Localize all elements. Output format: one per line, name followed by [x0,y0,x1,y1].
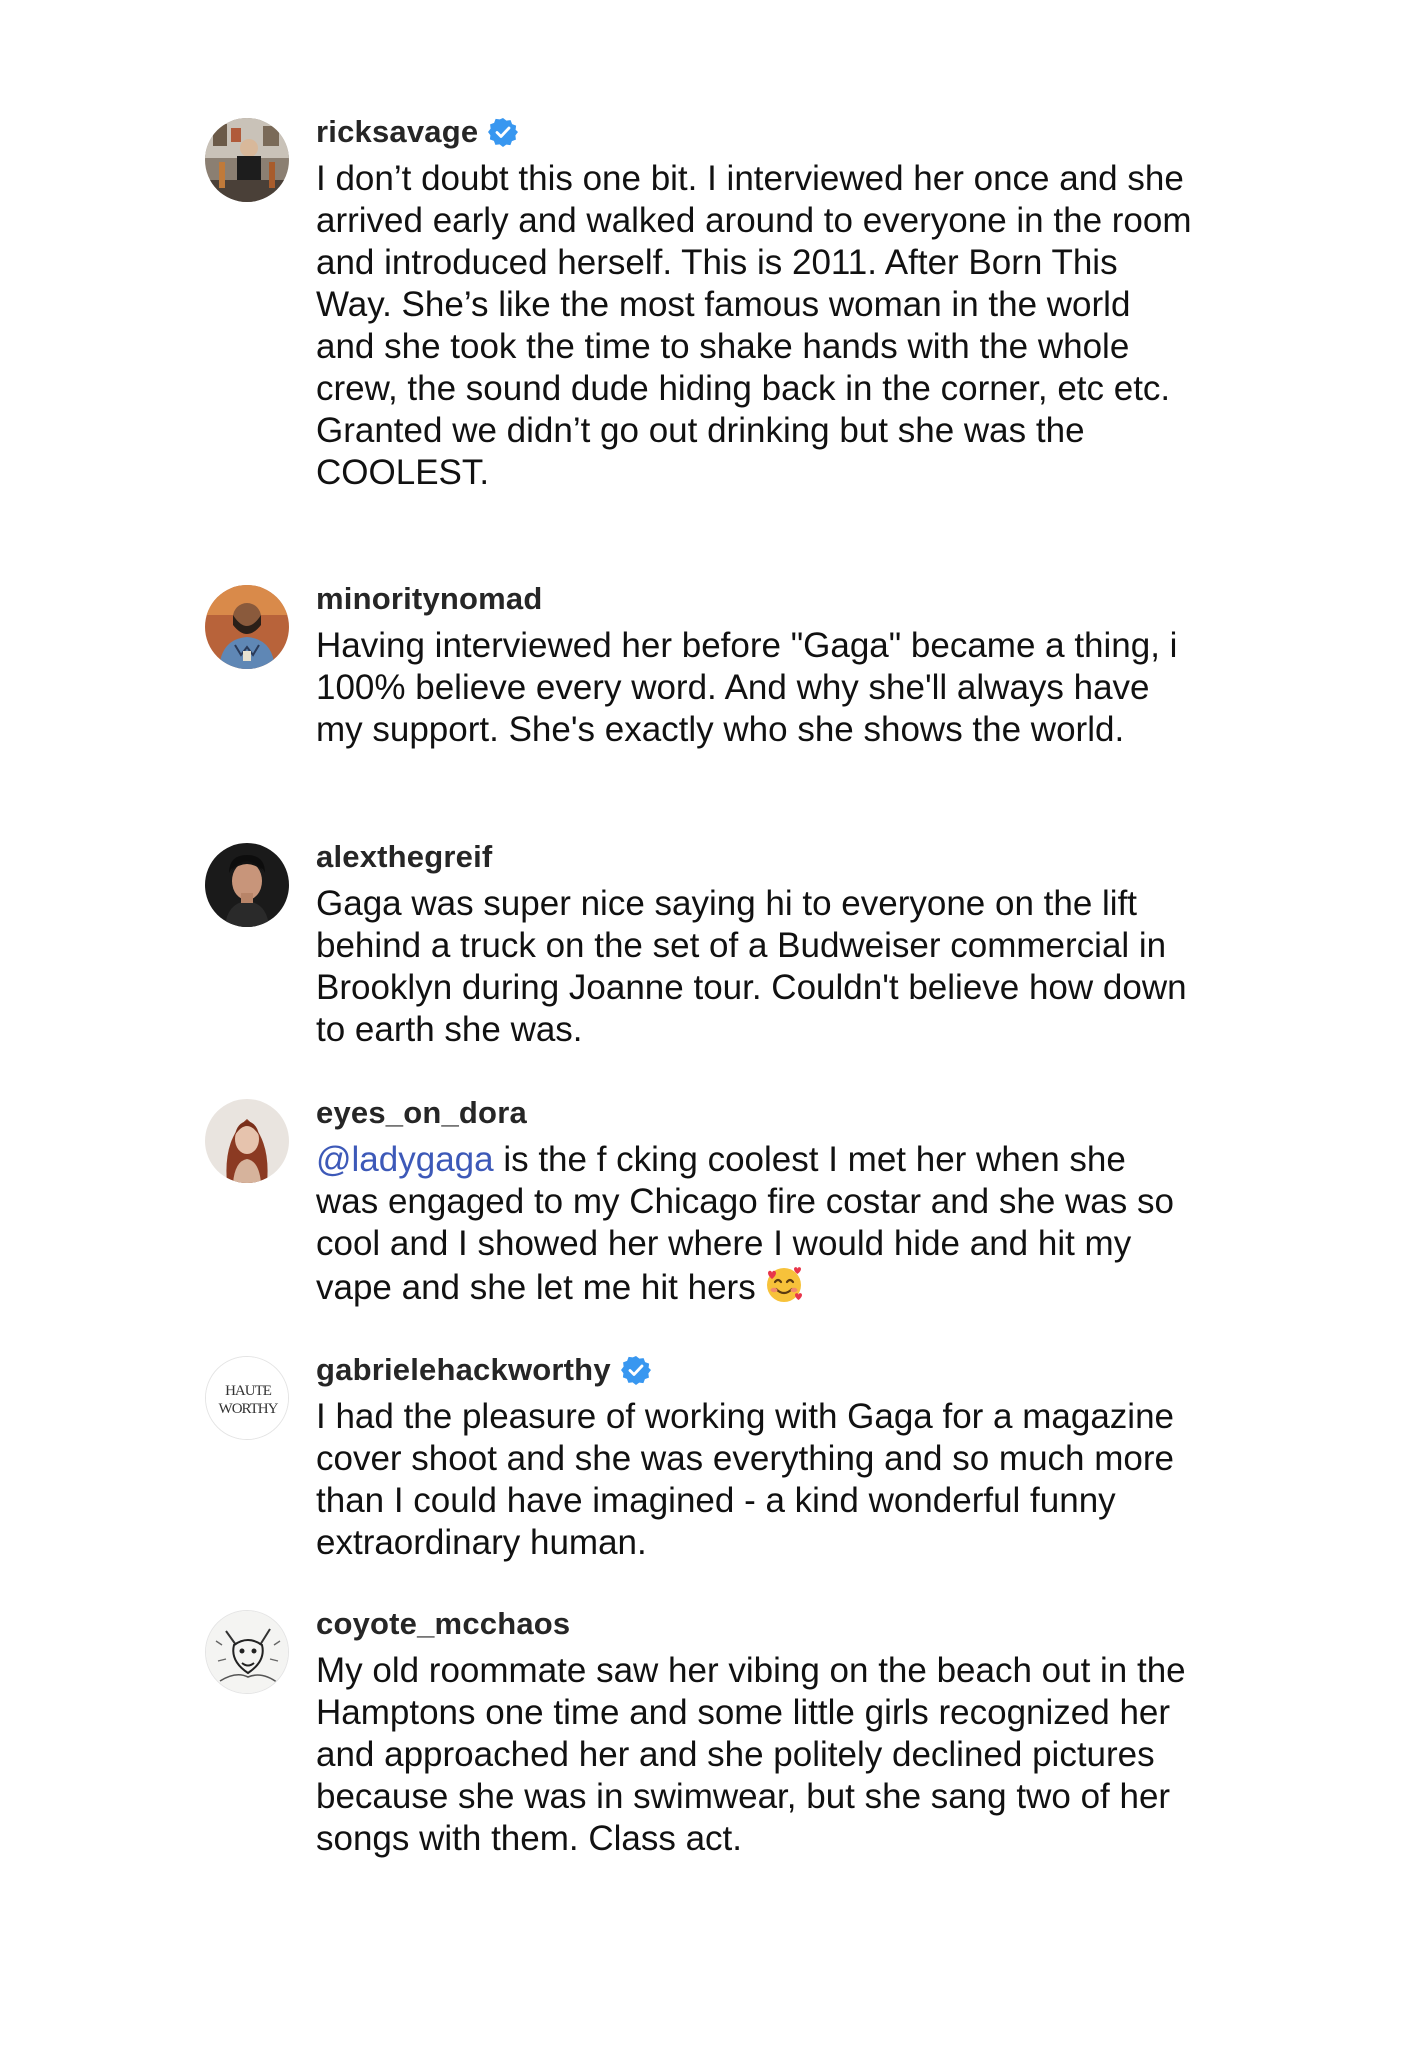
mention-link[interactable]: @ladygaga [316,1140,494,1179]
verified-badge-icon [488,117,519,147]
comment-text: Having interviewed her before "Gaga" bec… [316,626,1178,749]
username[interactable]: coyote_mcchaos [316,1606,570,1642]
avatar[interactable] [205,1099,289,1183]
comment-text: I had the pleasure of working with Gaga … [316,1397,1174,1562]
comment-text: My old roommate saw her vibing on the be… [316,1651,1186,1858]
avatar[interactable]: HAUTE WORTHY [205,1356,289,1440]
coyote-sketch-icon [206,1611,288,1693]
avatar[interactable] [205,843,289,927]
avatar[interactable] [205,118,289,202]
haute-worthy-logo-icon: HAUTE WORTHY [206,1357,288,1439]
comment-text: Gaga was super nice saying hi to everyon… [316,884,1187,1049]
comment-text: @ladygaga is the f cking coolest I met h… [316,1139,1196,1309]
username[interactable]: eyes_on_dora [316,1095,527,1131]
username[interactable]: gabrielehackworthy [316,1352,611,1388]
svg-text:WORTHY: WORTHY [219,1401,279,1417]
svg-text:HAUTE: HAUTE [225,1383,272,1399]
avatar[interactable] [205,585,289,669]
username[interactable]: ricksavage [316,114,478,150]
comment-text: I don’t doubt this one bit. I interviewe… [316,159,1192,492]
username[interactable]: alexthegreif [316,839,492,875]
smiling-face-with-hearts-icon [764,1265,804,1305]
username[interactable]: minoritynomad [316,581,543,617]
verified-badge-icon [620,1355,651,1385]
avatar[interactable] [205,1610,289,1694]
